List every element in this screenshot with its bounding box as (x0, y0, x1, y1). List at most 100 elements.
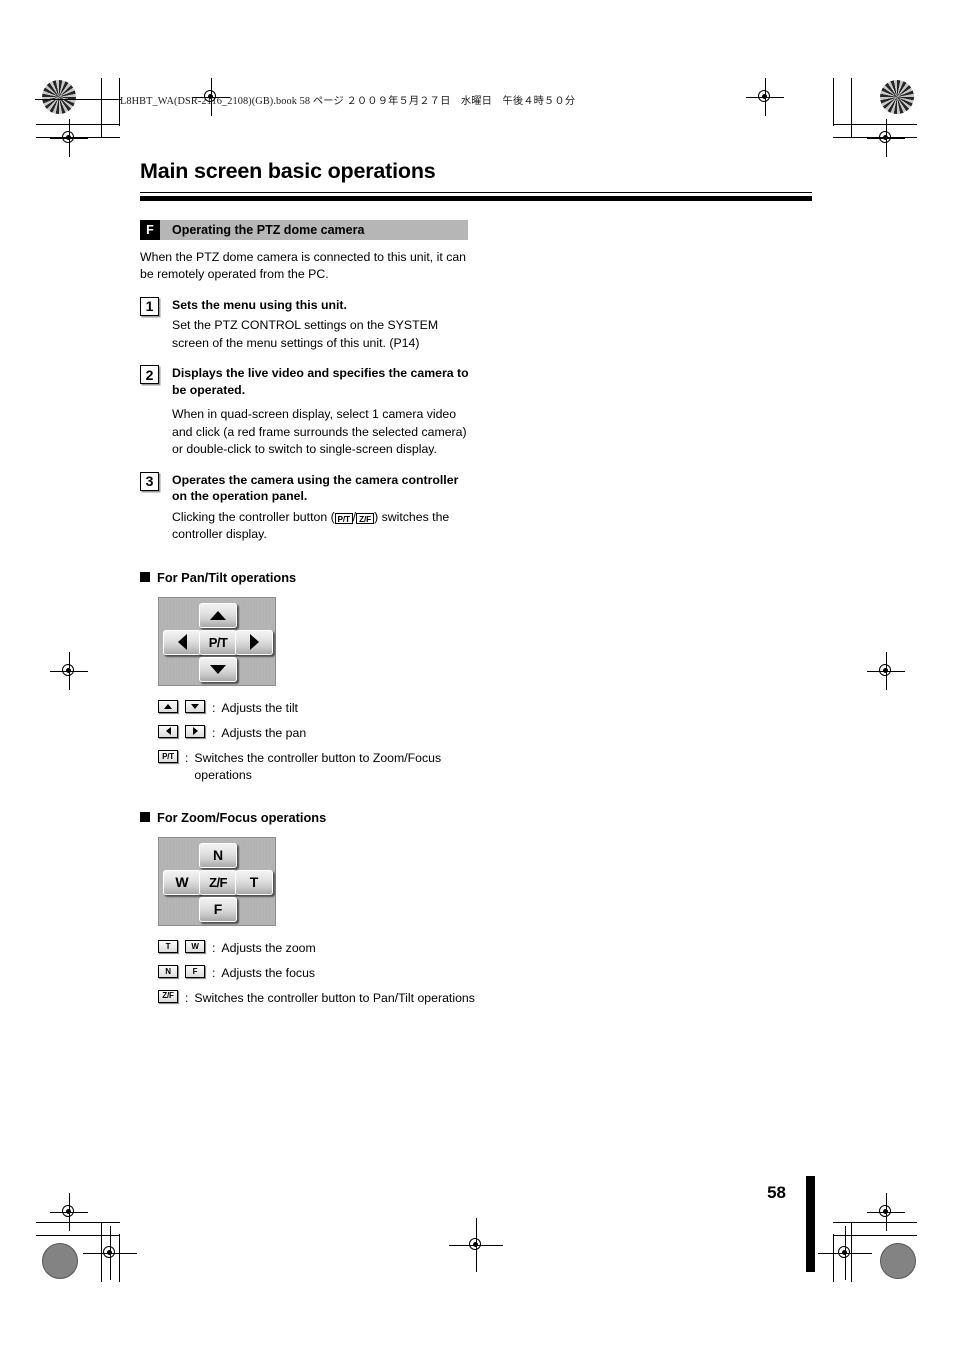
legend-row-zoom: T W : Adjusts the zoom (158, 939, 820, 957)
zf-key-icon: Z/F (158, 989, 178, 1003)
right-arrow-icon (249, 634, 259, 651)
right-arrow-key-icon (185, 724, 205, 738)
zoomfocus-legend: T W : Adjusts the zoom N F : Adjusts the… (158, 939, 820, 1007)
registration-mark-right-middle (867, 652, 905, 690)
step-2-title: Displays the live video and specifies th… (172, 366, 469, 397)
crop-mark-bottom-right-horizontal (833, 1222, 917, 1224)
focus-far-button[interactable]: F (199, 896, 237, 922)
legend-desc-zoom: Adjusts the zoom (221, 940, 316, 955)
left-arrow-key-icon (158, 724, 178, 738)
step-2-body: Displays the live video and specifies th… (172, 365, 472, 459)
right-arrow-icon (192, 727, 198, 736)
legend-desc-tilt: Adjusts the tilt (221, 700, 298, 715)
pantilt-heading-label: For Pan/Tilt operations (157, 569, 297, 585)
pan-left-button[interactable] (163, 629, 201, 655)
zoom-wide-label: W (175, 874, 189, 891)
step-3-title: Operates the camera using the camera con… (172, 472, 459, 504)
section-intro-text: When the PTZ dome camera is connected to… (140, 249, 467, 282)
near-key-icon: N (158, 964, 178, 978)
legend-keys-zf-switch: Z/F (158, 989, 185, 1003)
crop-mark-bottom-right-vertical (851, 1222, 853, 1282)
down-arrow-icon (191, 703, 199, 709)
registration-mark-left-middle (50, 652, 88, 690)
page-content: Main screen basic operations F Operating… (140, 159, 820, 1014)
pantilt-legend: : Adjusts the tilt : Adjusts the pan P/T… (158, 699, 820, 784)
print-target-top-right (880, 80, 914, 114)
step-1: 1 Sets the menu using this unit. Set the… (140, 296, 820, 353)
pantilt-heading: For Pan/Tilt operations (140, 570, 820, 585)
crop-mark-top-right-horizontal (833, 137, 917, 139)
left-arrow-icon (177, 634, 187, 651)
crop-mark-top-left-horizontal (36, 137, 120, 139)
step-3-body: Operates the camera using the camera con… (172, 472, 472, 544)
crop-mark-top-right-horizontal-inner (833, 124, 917, 126)
step-3-text-before: Clicking the controller button ( (172, 509, 335, 524)
step-2: 2 Displays the live video and specifies … (140, 365, 820, 459)
tele-key-icon: T (158, 939, 178, 953)
legend-colon-pt-switch: : (185, 750, 189, 765)
crop-mark-bottom-right-horizontal-inner (833, 1235, 917, 1237)
crop-mark-top-right-vertical-inner (833, 78, 835, 126)
left-arrow-icon (165, 727, 171, 736)
pan-right-button[interactable] (235, 629, 273, 655)
legend-keys-tilt (158, 699, 212, 713)
down-arrow-icon (210, 664, 226, 674)
focus-near-label: N (212, 847, 224, 864)
legend-keys-pan (158, 724, 212, 738)
zoom-wide-button[interactable]: W (163, 869, 201, 895)
square-bullet-icon (140, 812, 150, 823)
tilt-down-button[interactable] (199, 656, 237, 682)
legend-colon-zoom: : (212, 940, 216, 955)
legend-row-focus: N F : Adjusts the focus (158, 964, 820, 982)
step-1-text: Set the PTZ CONTROL settings on the SYST… (172, 318, 439, 350)
step-2-number: 2 (140, 365, 159, 385)
zoom-tele-button[interactable]: T (235, 869, 273, 895)
legend-row-pt-switch: P/T : Switches the controller button to … (158, 749, 820, 784)
pantilt-mode-label: P/T (208, 634, 228, 650)
legend-colon-zf-switch: : (185, 990, 189, 1005)
step-3-number: 3 (140, 471, 159, 491)
crop-mark-top-right-vertical (851, 78, 853, 138)
legend-keys-pt-switch: P/T (158, 749, 185, 763)
document-header-text: L8HBT_WA(DSR-2116_2108)(GB).book 58 ページ … (120, 96, 576, 107)
focus-near-button[interactable]: N (199, 842, 237, 868)
registration-mark-top-right (746, 78, 784, 116)
header-leader-line (35, 99, 121, 100)
up-arrow-key-icon (158, 699, 178, 713)
legend-row-pan: : Adjusts the pan (158, 724, 820, 742)
pantilt-mode-button[interactable]: P/T (199, 629, 237, 655)
crop-mark-bottom-left-horizontal-inner (36, 1235, 120, 1237)
far-key-icon: F (185, 964, 205, 978)
step-2-text: When in quad-screen display, select 1 ca… (172, 407, 467, 457)
crop-mark-bottom-left-horizontal (36, 1222, 120, 1224)
crop-mark-top-left-horizontal-inner (36, 124, 120, 126)
crop-mark-bottom-left-vertical (101, 1222, 103, 1282)
legend-row-zf-switch: Z/F : Switches the controller button to … (158, 989, 820, 1007)
square-bullet-icon (140, 572, 150, 583)
legend-colon-focus: : (212, 965, 216, 980)
crop-mark-top-left-vertical (101, 78, 103, 138)
pantilt-controller-panel: P/T (158, 596, 276, 686)
wide-key-icon: W (185, 939, 205, 953)
zf-key-inline[interactable]: Z/F (356, 513, 375, 525)
zoomfocus-mode-label: Z/F (209, 874, 227, 890)
zoomfocus-heading-label: For Zoom/Focus operations (157, 809, 327, 825)
legend-desc-focus: Adjusts the focus (221, 965, 316, 980)
pt-key-inline[interactable]: P/T (334, 513, 353, 525)
print-target-bottom-right (880, 1243, 916, 1279)
legend-colon-pan: : (212, 725, 216, 740)
zoomfocus-heading: For Zoom/Focus operations (140, 810, 820, 825)
zoomfocus-mode-button[interactable]: Z/F (199, 869, 237, 895)
legend-colon-tilt: : (212, 700, 216, 715)
crop-mark-bottom-right-vertical-inner (833, 1234, 835, 1282)
focus-far-label: F (213, 901, 223, 918)
pt-key-icon: P/T (158, 749, 178, 763)
print-target-bottom-left (42, 1243, 78, 1279)
registration-mark-bottom-right (818, 1226, 872, 1280)
page-title: Main screen basic operations (140, 159, 436, 183)
legend-keys-zoom: T W (158, 939, 212, 953)
tilt-up-button[interactable] (199, 602, 237, 628)
legend-desc-zf-switch: Switches the controller button to Pan/Ti… (194, 990, 475, 1005)
legend-desc-pan: Adjusts the pan (221, 725, 307, 740)
step-3: 3 Operates the camera using the camera c… (140, 471, 820, 544)
